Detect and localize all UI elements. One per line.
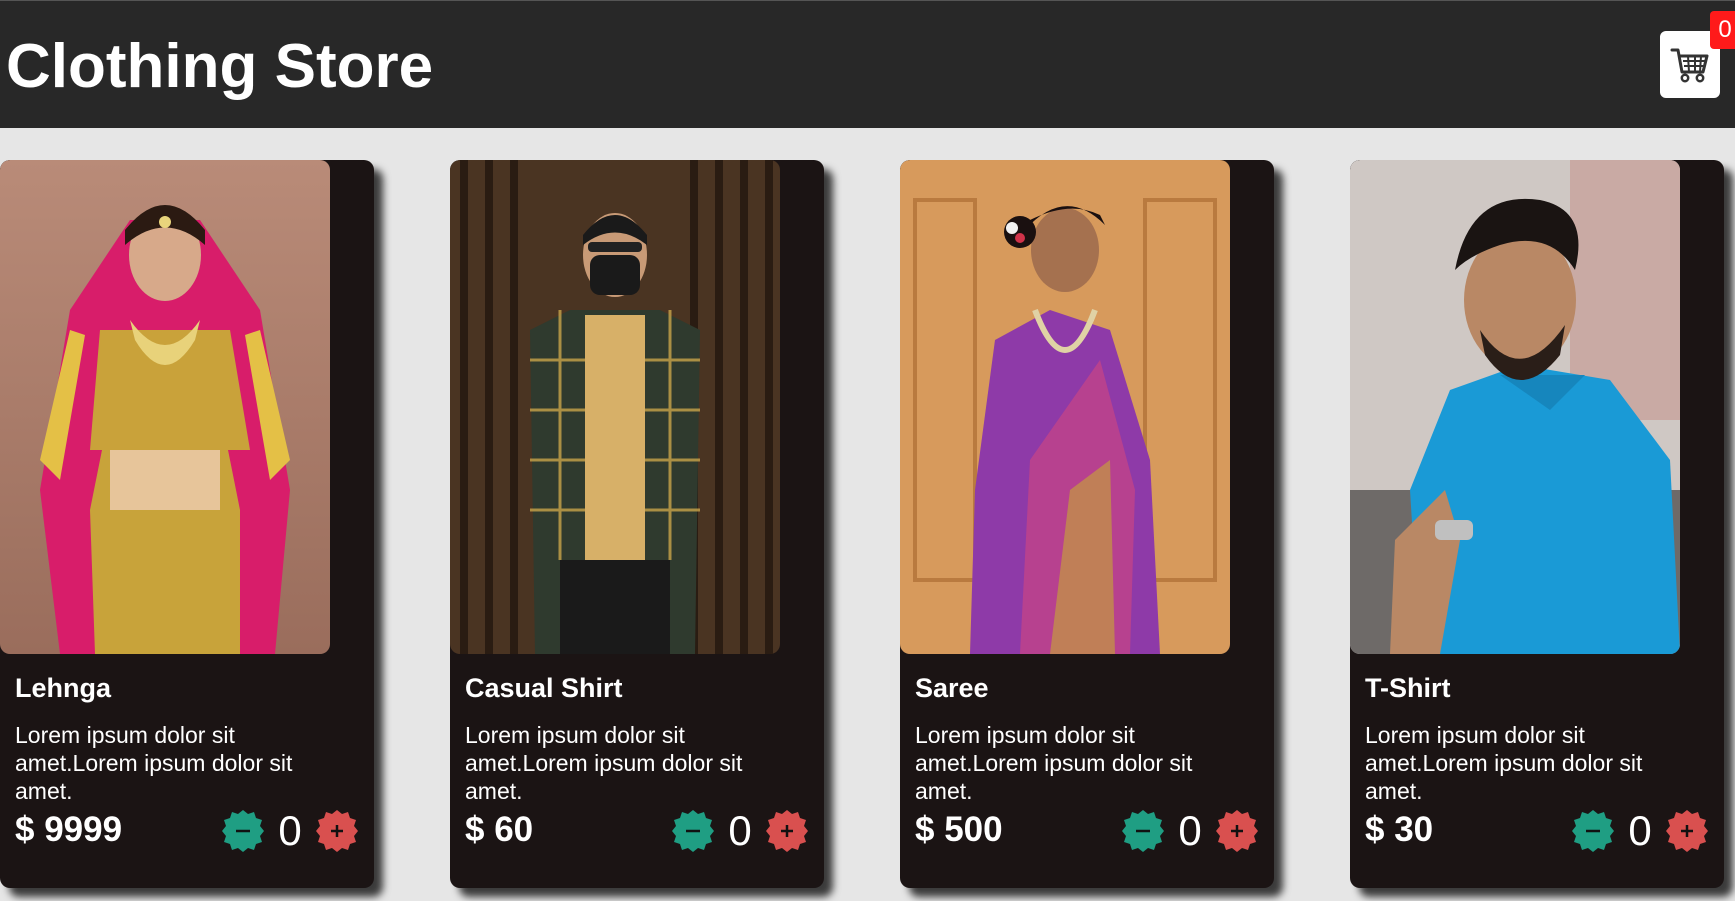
decrease-quantity-button[interactable] [671,809,715,853]
product-image [450,160,780,654]
quantity-stepper: 0 [1121,806,1261,856]
product-card-t-shirt: T-Shirt Lorem ipsum dolor sit amet.Lorem… [1350,160,1724,888]
increase-quantity-button[interactable] [1215,809,1259,853]
product-price: $ 30 [1365,810,1434,849]
increase-quantity-button[interactable] [765,809,809,853]
quantity-value: 0 [278,807,302,854]
quantity-value: 0 [1178,807,1202,854]
product-name: T-Shirt [1365,673,1451,703]
product-name: Casual Shirt [465,673,623,703]
quantity-stepper: 0 [1571,806,1711,856]
app-header: Clothing Store [0,0,1735,128]
decrease-quantity-button[interactable] [221,809,265,853]
product-name: Lehnga [15,673,112,703]
product-image [900,160,1230,654]
product-description: Lorem ipsum dolor sit amet.Lorem ipsum d… [465,722,743,804]
product-image [1350,160,1680,654]
product-price: $ 500 [915,810,1003,849]
product-card-casual-shirt: Casual Shirt Lorem ipsum dolor sit amet.… [450,160,824,888]
quantity-stepper: 0 [221,806,361,856]
quantity-stepper: 0 [671,806,811,856]
product-description: Lorem ipsum dolor sit amet.Lorem ipsum d… [1365,722,1643,804]
product-image [0,160,330,654]
store-title: Clothing Store [6,32,434,101]
quantity-value: 0 [728,807,752,854]
casual-shirt-photo-icon [450,160,780,654]
saree-photo-icon [900,160,1230,654]
product-card-lehnga: Lehnga Lorem ipsum dolor sit amet.Lorem … [0,160,374,888]
product-price: $ 9999 [15,810,123,849]
product-description: Lorem ipsum dolor sit amet.Lorem ipsum d… [15,722,293,804]
product-price: $ 60 [465,810,534,849]
increase-quantity-button[interactable] [1665,809,1709,853]
shopping-cart-icon [1670,48,1709,82]
product-name: Saree [915,673,989,703]
product-description: Lorem ipsum dolor sit amet.Lorem ipsum d… [915,722,1193,804]
decrease-quantity-button[interactable] [1571,809,1615,853]
product-card-saree: Saree Lorem ipsum dolor sit amet.Lorem i… [900,160,1274,888]
decrease-quantity-button[interactable] [1121,809,1165,853]
lehnga-photo-icon [0,160,330,654]
increase-quantity-button[interactable] [315,809,359,853]
quantity-value: 0 [1628,807,1652,854]
t-shirt-photo-icon [1350,160,1680,654]
cart-count-badge: 0 [1710,11,1735,49]
